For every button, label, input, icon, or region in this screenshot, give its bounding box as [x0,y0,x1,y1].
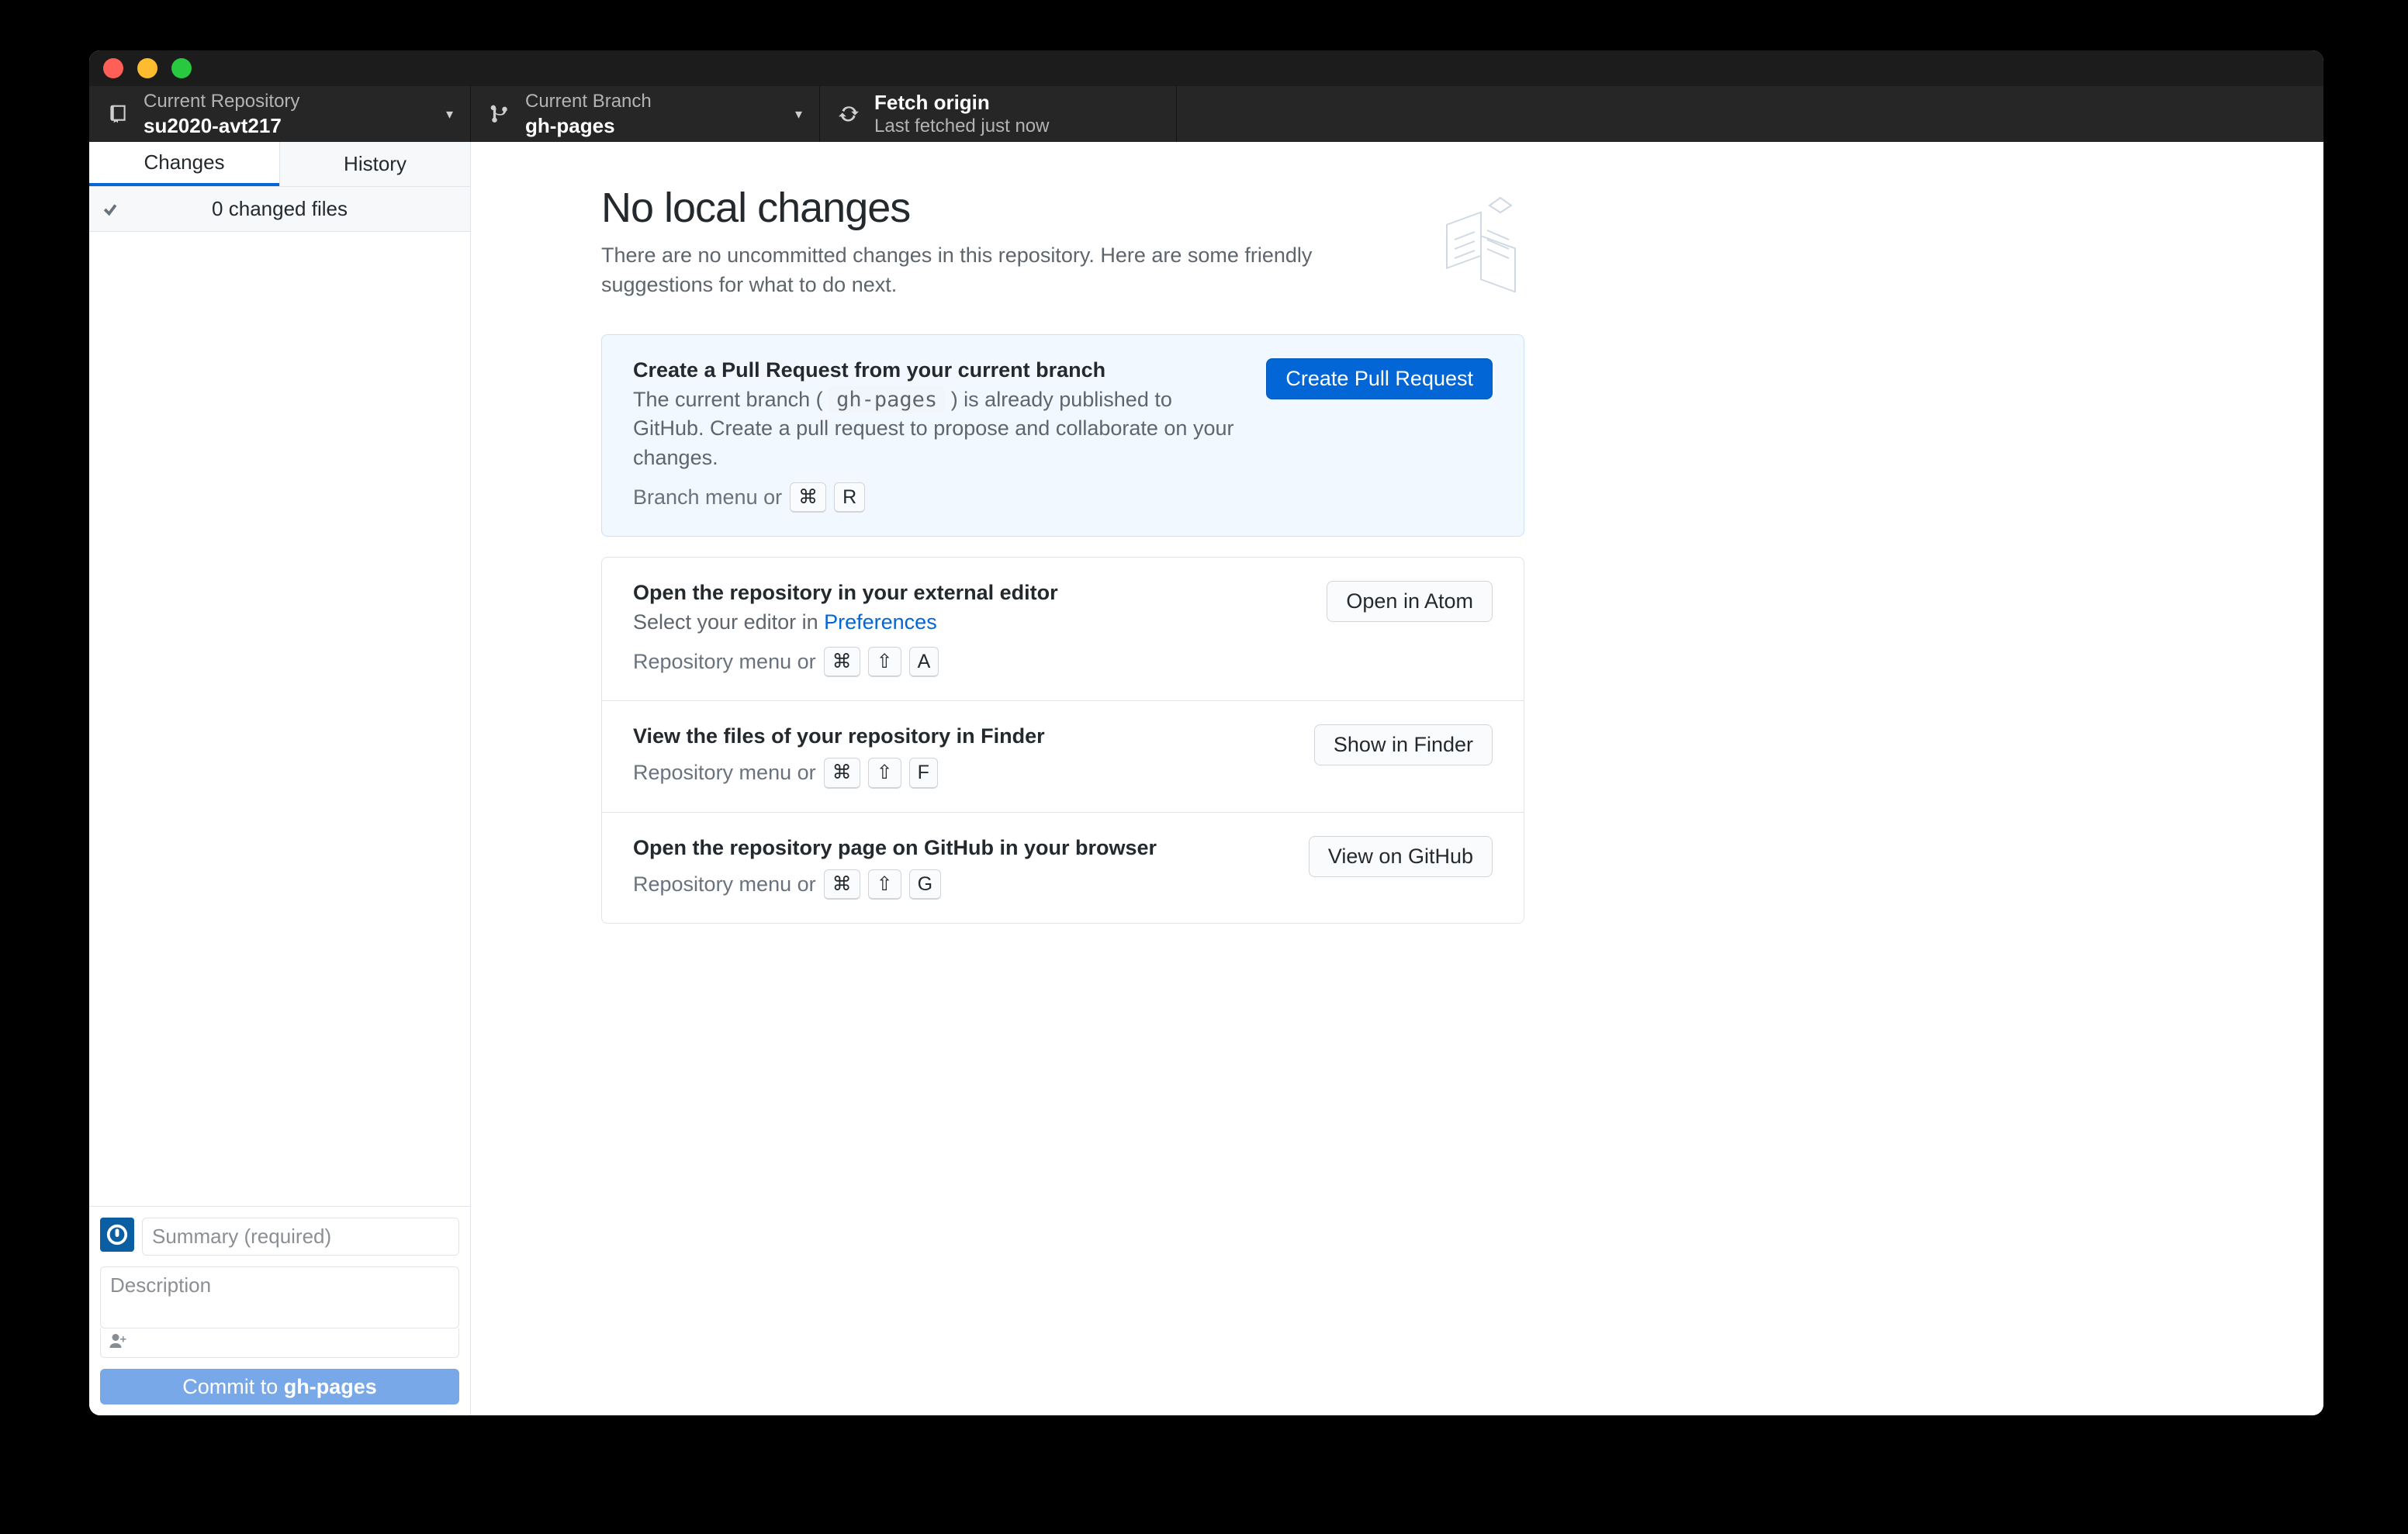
kbd: R [834,482,865,513]
create-pull-request-button[interactable]: Create Pull Request [1266,358,1493,399]
card-open-editor: Open the repository in your external edi… [601,557,1524,701]
kbd: ⇧ [868,647,901,677]
card-title: Open the repository page on GitHub in yo… [633,836,1278,860]
preferences-link[interactable]: Preferences [824,610,937,634]
view-on-github-button[interactable]: View on GitHub [1309,836,1493,877]
fetch-title: Fetch origin [874,90,1049,116]
repo-icon [106,103,130,125]
commit-button-prefix: Commit to [182,1375,284,1398]
window-minimize-button[interactable] [137,58,157,78]
main-panel: No local changes There are no uncommitte… [471,142,2323,1415]
app-window: Current Repository su2020-avt217 ▾ Curre… [89,50,2323,1415]
card-hint: Repository menu or ⌘ ⇧ F [633,758,1283,788]
card-description: Select your editor in Preferences [633,608,1296,637]
card-create-pull-request: Create a Pull Request from your current … [601,334,1524,537]
kbd: ⇧ [868,758,901,788]
select-all-checkbox[interactable] [89,201,131,218]
add-coauthors-button[interactable] [100,1328,459,1358]
sidebar-tabs: Changes History [89,142,470,187]
title-bar [89,50,2323,86]
open-in-atom-button[interactable]: Open in Atom [1327,581,1493,622]
kbd: ⌘ [824,758,860,788]
card-view-github: Open the repository page on GitHub in yo… [601,812,1524,924]
changed-files-count: 0 changed files [131,197,470,221]
branch-value: gh-pages [525,113,652,139]
card-description: The current branch ( gh-pages ) is alrea… [633,385,1235,473]
branch-icon [488,104,511,124]
branch-code: gh-pages [829,386,945,413]
window-maximize-button[interactable] [171,58,192,78]
changed-files-header: 0 changed files [89,187,470,232]
sync-icon [837,104,860,124]
show-in-finder-button[interactable]: Show in Finder [1314,724,1493,765]
chevron-down-icon: ▾ [446,106,453,123]
card-title: View the files of your repository in Fin… [633,724,1283,748]
fetch-subtitle: Last fetched just now [874,115,1049,138]
avatar [100,1218,134,1252]
fetch-button[interactable]: Fetch origin Last fetched just now [820,86,1177,142]
kbd: F [909,758,938,788]
card-title: Open the repository in your external edi… [633,581,1296,605]
chevron-down-icon: ▾ [795,106,802,123]
repo-label: Current Repository [144,90,299,113]
kbd: ⇧ [868,869,901,900]
commit-description-input[interactable] [100,1266,459,1328]
page-title: No local changes [601,184,1400,232]
card-hint: Branch menu or ⌘ R [633,482,1235,513]
branch-label: Current Branch [525,90,652,113]
card-hint: Repository menu or ⌘ ⇧ A [633,647,1296,677]
toolbar: Current Repository su2020-avt217 ▾ Curre… [89,86,2323,142]
kbd: ⌘ [824,869,860,900]
repo-value: su2020-avt217 [144,113,299,139]
card-title: Create a Pull Request from your current … [633,358,1235,382]
card-show-finder: View the files of your repository in Fin… [601,700,1524,812]
kbd: G [909,869,941,900]
kbd: ⌘ [824,647,860,677]
kbd: A [909,647,939,677]
tab-history[interactable]: History [279,142,470,186]
traffic-lights [103,58,192,78]
sidebar: Changes History 0 changed files [89,142,471,1415]
branch-switcher[interactable]: Current Branch gh-pages ▾ [471,86,820,142]
commit-button[interactable]: Commit to gh-pages [100,1369,459,1404]
repository-switcher[interactable]: Current Repository su2020-avt217 ▾ [89,86,471,142]
commit-summary-input[interactable] [142,1218,459,1256]
page-subtitle: There are no uncommitted changes in this… [601,241,1369,300]
window-close-button[interactable] [103,58,123,78]
card-hint: Repository menu or ⌘ ⇧ G [633,869,1278,900]
commit-form: Commit to gh-pages [89,1206,470,1415]
no-changes-illustration [1431,184,1524,296]
tab-changes[interactable]: Changes [89,142,279,186]
kbd: ⌘ [790,482,826,513]
commit-button-branch: gh-pages [284,1375,377,1398]
